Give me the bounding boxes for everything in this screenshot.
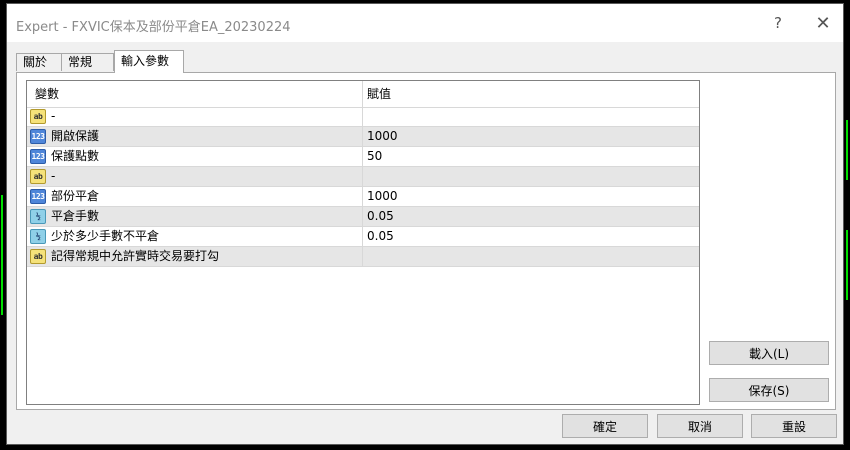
expert-properties-dialog: Expert - FXVIC保本及部份平倉EA_20230224 ? ✕ 關於 … [6,3,844,445]
cell-divider [362,147,363,167]
cell-divider [362,227,363,247]
parameter-name: - [51,109,56,123]
column-divider[interactable] [362,81,363,107]
string-type-icon: ab [30,169,46,184]
table-row[interactable]: 123 開啟保護 1000 [27,127,699,147]
table-row[interactable]: ab - [27,167,699,187]
cell-divider [362,127,363,147]
parameter-name: - [51,169,56,183]
table-row[interactable]: 123 保護點數 50 [27,147,699,167]
parameter-name: 開啟保護 [51,129,100,143]
cancel-button[interactable]: 取消 [657,414,743,438]
column-header-value[interactable]: 賦值 [367,81,391,107]
table-row[interactable]: ½ 少於多少手數不平倉 0.05 [27,227,699,247]
cell-divider [362,167,363,187]
parameter-name: 少於多少手數不平倉 [51,229,160,243]
integer-type-icon: 123 [30,149,46,164]
tab-inputs[interactable]: 輸入參數 [114,50,184,73]
double-type-icon: ½ [30,229,46,244]
tab-common[interactable]: 常規 [61,53,114,71]
grid-header: 變數 賦值 [27,81,699,108]
cell-divider [362,107,363,127]
inputs-grid: 變數 賦值 ab -123 開啟保護 1000 123 保護點數 50 ab -123 部份平倉 1… [26,80,700,405]
column-header-variable[interactable]: 變數 [35,81,59,107]
parameter-value[interactable]: 50 [367,147,382,166]
cell-divider [362,207,363,227]
ok-button[interactable]: 確定 [562,414,648,438]
save-button[interactable]: 保存(S) [709,378,829,402]
table-row[interactable]: 123 部份平倉 1000 [27,187,699,207]
parameter-value[interactable]: 0.05 [367,207,394,226]
help-icon[interactable]: ? [763,10,793,36]
cell-divider [362,187,363,207]
table-row[interactable]: ab 記得常規中允許實時交易要打勾 [27,247,699,267]
title-bar[interactable]: Expert - FXVIC保本及部份平倉EA_20230224 ? ✕ [7,4,843,42]
chart-candle [846,120,848,180]
table-row[interactable]: ab - [27,107,699,127]
double-type-icon: ½ [30,209,46,224]
cell-divider [362,247,363,267]
reset-button[interactable]: 重設 [751,414,837,438]
string-type-icon: ab [30,109,46,124]
window-title: Expert - FXVIC保本及部份平倉EA_20230224 [16,20,291,35]
string-type-icon: ab [30,249,46,264]
table-row[interactable]: ½ 平倉手數 0.05 [27,207,699,227]
parameter-value[interactable]: 1000 [367,187,398,206]
parameter-name: 部份平倉 [51,189,100,203]
parameter-value[interactable]: 1000 [367,127,398,146]
parameter-name: 記得常規中允許實時交易要打勾 [51,249,220,263]
chart-candle [846,230,848,300]
chart-background-right [844,0,850,450]
parameter-name: 平倉手數 [51,209,100,223]
integer-type-icon: 123 [30,129,46,144]
parameter-name: 保護點數 [51,149,100,163]
integer-type-icon: 123 [30,189,46,204]
load-button[interactable]: 載入(L) [709,341,829,365]
close-icon[interactable]: ✕ [808,10,838,36]
parameter-value[interactable]: 0.05 [367,227,394,246]
tab-about[interactable]: 關於 [16,53,62,71]
chart-candle [1,195,3,315]
